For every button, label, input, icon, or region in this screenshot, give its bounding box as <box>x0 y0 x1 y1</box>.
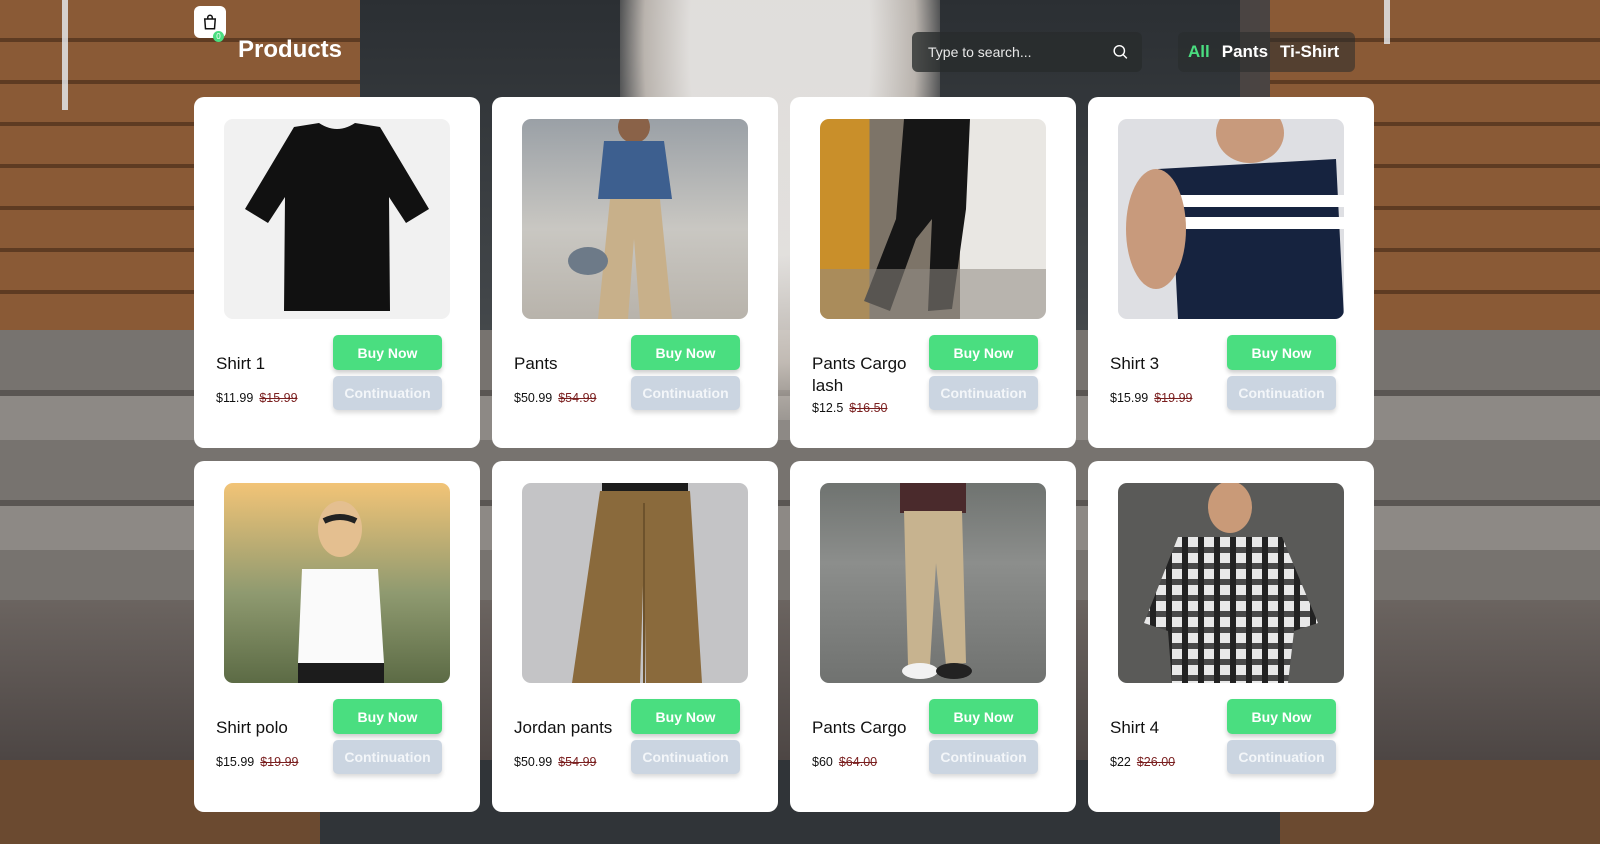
background-light <box>62 0 68 110</box>
product-image <box>224 483 450 683</box>
page-title: Products <box>238 36 343 63</box>
old-price: $54.99 <box>558 755 597 769</box>
product-card: Shirt 3 $15.99 $19.99 Buy Now Continuatio… <box>1088 97 1374 448</box>
old-price: $26.00 <box>1136 755 1176 769</box>
product-name: Pants Cargo <box>812 718 907 737</box>
buy-now-button[interactable]: Buy Now <box>1227 699 1336 734</box>
buy-now-button[interactable]: Buy Now <box>1227 335 1336 370</box>
product-image <box>1118 483 1344 683</box>
buy-now-button[interactable]: Buy Now <box>631 335 740 370</box>
product-name: Shirt 1 <box>216 354 266 373</box>
old-price: $19.99 <box>260 755 299 769</box>
product-price: $60 $64.00 <box>812 755 877 769</box>
old-price: $19.99 <box>1154 391 1193 405</box>
current-price: $15.99 <box>216 755 255 769</box>
continuation-button[interactable]: Continuation <box>333 740 442 774</box>
buy-now-button[interactable]: Buy Now <box>929 335 1038 370</box>
product-image <box>820 483 1046 683</box>
product-price: $50.99 $54.99 <box>514 391 596 405</box>
product-name: Shirt polo <box>216 718 288 737</box>
product-card: Pants Cargo $60 $64.00 Buy Now Continuati… <box>790 461 1076 812</box>
buy-now-button[interactable]: Buy Now <box>929 699 1038 734</box>
shopping-bag-icon <box>203 14 217 30</box>
product-price: $22 $26.00 <box>1110 755 1175 769</box>
product-price: $12.5 $16.50 <box>812 401 888 415</box>
current-price: $22 <box>1110 755 1131 769</box>
continuation-button[interactable]: Continuation <box>929 376 1038 410</box>
product-image <box>820 119 1046 319</box>
product-card: Pants $50.99 $54.99 Buy Now Continuation <box>492 97 778 448</box>
product-name: Pants <box>514 354 558 373</box>
continuation-button[interactable]: Continuation <box>1227 376 1336 410</box>
filter-tab-ti-shirt[interactable]: Ti-Shirt <box>1280 42 1339 62</box>
woman-in-polo-image <box>298 501 384 683</box>
old-price: $54.99 <box>558 391 597 405</box>
filter-tab-pants[interactable]: Pants <box>1222 42 1268 62</box>
striped-tshirt-image <box>1126 119 1344 319</box>
product-grid: Shirt 1 $11.99 $15.99 Buy Now Continuatio… <box>194 97 1374 812</box>
product-card: Pants Cargo lash $12.5 $16.50 Buy Now Con… <box>790 97 1076 448</box>
product-card: Jordan pants $50.99 $54.99 Buy Now Contin… <box>492 461 778 812</box>
search-bar <box>912 32 1142 72</box>
current-price: $12.5 <box>812 401 844 415</box>
product-image <box>1118 119 1344 319</box>
buy-now-button[interactable]: Buy Now <box>631 699 740 734</box>
product-price: $11.99 $15.99 <box>216 391 298 405</box>
continuation-button[interactable]: Continuation <box>631 376 740 410</box>
continuation-button[interactable]: Continuation <box>929 740 1038 774</box>
category-filter: All Pants Ti-Shirt <box>1178 32 1356 72</box>
buy-now-button[interactable]: Buy Now <box>333 335 442 370</box>
cart-button[interactable]: 0 <box>194 6 226 42</box>
continuation-button[interactable]: Continuation <box>631 740 740 774</box>
current-price: $11.99 <box>216 391 254 405</box>
current-price: $60 <box>812 755 833 769</box>
black-cargo-pants-image <box>820 119 1046 319</box>
continuation-button[interactable]: Continuation <box>1227 740 1336 774</box>
old-price: $64.00 <box>838 755 878 769</box>
brown-cargo-pants-image <box>572 483 702 683</box>
search-input[interactable] <box>912 43 1111 61</box>
product-price: $50.99 $54.99 <box>514 755 596 769</box>
current-price: $15.99 <box>1110 391 1149 405</box>
plaid-shirt-image <box>1144 483 1318 683</box>
product-name: Shirt 4 <box>1110 718 1160 737</box>
beige-cargo-pants-image <box>900 483 972 679</box>
product-name: Pants Cargo lash <box>812 354 907 395</box>
black-tshirt-image <box>245 123 429 311</box>
product-price: $15.99 $19.99 <box>216 755 298 769</box>
old-price: $16.50 <box>849 401 888 415</box>
product-name: Jordan pants <box>514 718 613 737</box>
cart-count-badge: 0 <box>213 31 224 42</box>
product-image <box>224 119 450 319</box>
search-icon[interactable] <box>1111 42 1130 62</box>
woman-in-pants-image <box>568 119 672 319</box>
background-light <box>1384 0 1390 44</box>
product-price: $15.99 $19.99 <box>1110 391 1192 405</box>
buy-now-button[interactable]: Buy Now <box>333 699 442 734</box>
filter-tab-all[interactable]: All <box>1188 42 1210 62</box>
old-price: $15.99 <box>259 391 298 405</box>
product-name: Shirt 3 <box>1110 354 1160 373</box>
product-card: Shirt 1 $11.99 $15.99 Buy Now Continuatio… <box>194 97 480 448</box>
product-card: Shirt polo $15.99 $19.99 Buy Now Continua… <box>194 461 480 812</box>
continuation-button[interactable]: Continuation <box>333 376 442 410</box>
current-price: $50.99 <box>514 391 553 405</box>
product-card: Shirt 4 $22 $26.00 Buy Now Continuation <box>1088 461 1374 812</box>
current-price: $50.99 <box>514 755 553 769</box>
product-image <box>522 119 748 319</box>
product-image <box>522 483 748 683</box>
